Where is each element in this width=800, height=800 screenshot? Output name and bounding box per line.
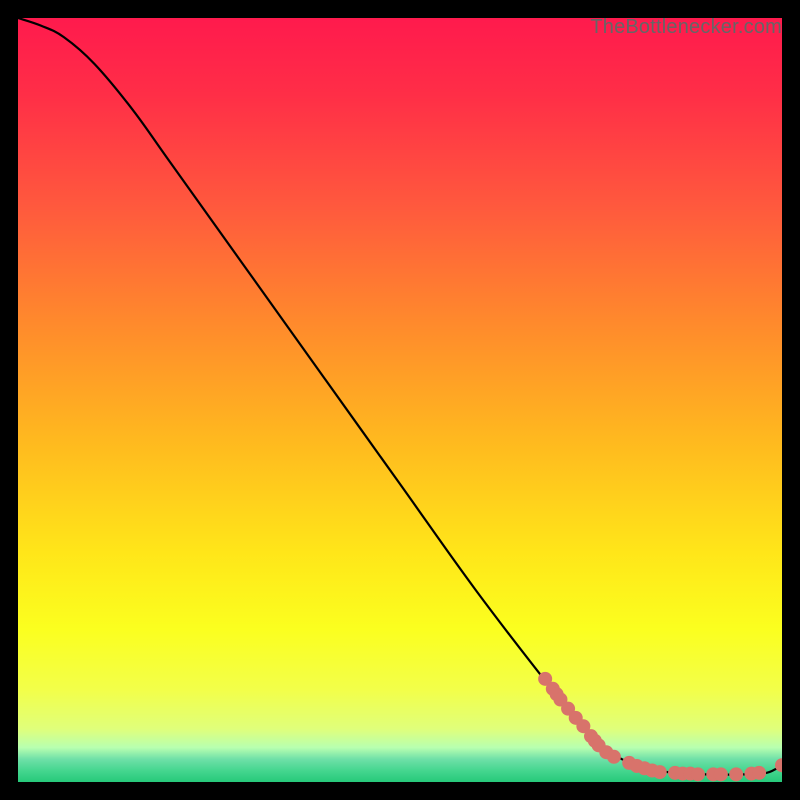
data-point xyxy=(714,767,728,781)
data-point xyxy=(752,766,766,780)
data-point xyxy=(653,765,667,779)
bottleneck-curve xyxy=(18,18,782,775)
data-point xyxy=(729,767,743,781)
scatter-points xyxy=(538,672,782,782)
chart-curve-layer xyxy=(18,18,782,782)
data-point xyxy=(691,767,705,781)
chart-container: TheBottlenecker.com xyxy=(0,0,800,800)
data-point xyxy=(607,750,621,764)
data-point xyxy=(775,758,782,772)
plot-area: TheBottlenecker.com xyxy=(18,18,782,782)
